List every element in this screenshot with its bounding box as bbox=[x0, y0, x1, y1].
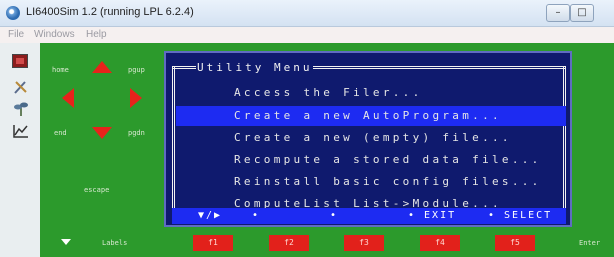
f1-key[interactable]: f1 bbox=[193, 235, 233, 251]
title-bar: LI6400Sim 1.2 (running LPL 6.2.4) – □ bbox=[0, 0, 614, 27]
menu-frame-right bbox=[563, 66, 566, 208]
menu-item-create-empty-file[interactable]: Create a new (empty) file... bbox=[234, 131, 512, 144]
chart-icon[interactable] bbox=[12, 123, 30, 139]
record-icon[interactable] bbox=[12, 54, 28, 68]
minimize-button[interactable]: – bbox=[546, 4, 570, 22]
f4-key[interactable]: f4 bbox=[420, 235, 460, 251]
footer-dot-1: • bbox=[252, 210, 261, 221]
menu-footer-bar: ▼/▶ • • • EXIT • SELECT bbox=[172, 208, 566, 224]
menu-item-access-filer[interactable]: Access the Filer... bbox=[234, 86, 423, 99]
labels-toggle-icon[interactable] bbox=[61, 239, 71, 245]
menu-help[interactable]: Help bbox=[86, 29, 107, 40]
pgup-key[interactable]: pgup bbox=[128, 66, 145, 74]
f2-key[interactable]: f2 bbox=[269, 235, 309, 251]
utility-menu-panel: Utility Menu Access the Filer... Create … bbox=[164, 51, 572, 227]
enter-key[interactable]: Enter bbox=[579, 239, 600, 247]
app-icon bbox=[6, 6, 20, 20]
menu-bar: File Windows Help bbox=[0, 27, 614, 43]
f5-key[interactable]: f5 bbox=[495, 235, 535, 251]
arrow-up-icon[interactable] bbox=[92, 61, 112, 73]
arrow-right-icon[interactable] bbox=[130, 88, 142, 108]
footer-dot-2: • bbox=[330, 210, 339, 221]
menu-item-reinstall-config[interactable]: Reinstall basic config files... bbox=[234, 175, 542, 188]
window-title: LI6400Sim 1.2 (running LPL 6.2.4) bbox=[26, 6, 194, 18]
arrow-left-icon[interactable] bbox=[62, 88, 74, 108]
tool-strip bbox=[0, 43, 40, 257]
plant-icon[interactable] bbox=[12, 101, 30, 117]
footer-select[interactable]: • SELECT bbox=[488, 210, 552, 221]
simulator-screen: home pgup end pgdn escape Labels f1 f2 f… bbox=[40, 43, 614, 257]
menu-item-recompute-data-file[interactable]: Recompute a stored data file... bbox=[234, 153, 542, 166]
utility-menu-title: Utility Menu bbox=[196, 61, 314, 74]
home-key[interactable]: home bbox=[52, 66, 69, 74]
menu-item-create-autoprogram[interactable]: Create a new AutoProgram... bbox=[234, 109, 502, 122]
menu-windows[interactable]: Windows bbox=[34, 29, 75, 40]
footer-nav-icon[interactable]: ▼/▶ bbox=[198, 210, 222, 221]
labels-key[interactable]: Labels bbox=[102, 239, 127, 247]
menu-frame-left bbox=[172, 66, 175, 208]
footer-exit[interactable]: • EXIT bbox=[408, 210, 456, 221]
arrow-down-icon[interactable] bbox=[92, 127, 112, 139]
pgdn-key[interactable]: pgdn bbox=[128, 129, 145, 137]
maximize-button[interactable]: □ bbox=[570, 4, 594, 22]
escape-key[interactable]: escape bbox=[84, 186, 109, 194]
menu-file[interactable]: File bbox=[8, 29, 24, 40]
f3-key[interactable]: f3 bbox=[344, 235, 384, 251]
end-key[interactable]: end bbox=[54, 129, 67, 137]
tools-icon[interactable] bbox=[12, 79, 30, 95]
